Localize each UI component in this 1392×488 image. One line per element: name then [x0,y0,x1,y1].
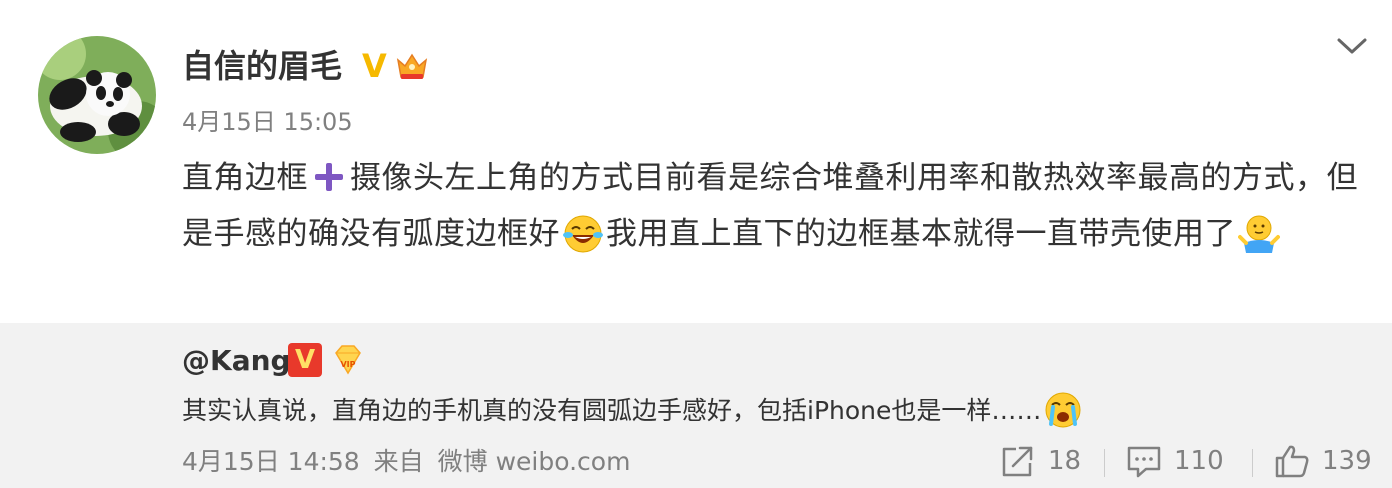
verified-v-icon[interactable]: V [288,343,322,377]
svg-text:VIP: VIP [340,360,355,369]
comment-button[interactable]: 110 [1126,441,1224,481]
action-divider [1252,449,1253,477]
repost-text: 其实认真说，直角边的手机真的没有圆弧边手感好，包括iPhone也是一样…… [182,396,1042,425]
source-link[interactable]: 微博 weibo.com [438,447,631,476]
share-button[interactable]: 18 [1000,441,1081,481]
post-timestamp[interactable]: 4月15日 15:05 [182,105,353,139]
share-icon [1002,446,1033,477]
weibo-post: 自信的眉毛 V 4月15日 15:05 直角边框 摄像头左上角的方式目前看是综合堆… [0,0,1392,323]
action-divider [1104,449,1105,477]
repost-meta: 4月15日 14:58 来自 微博 weibo.com [182,445,636,479]
laughing-tears-emoji [563,215,603,252]
thumbs-up-icon [1275,445,1309,478]
repost-badges: V VIP [288,343,364,377]
crying-emoji [1045,392,1081,428]
crown-icon[interactable] [395,50,429,82]
comment-count: 110 [1174,446,1224,476]
repost-username[interactable]: @Kang [182,341,291,381]
repost-content: 其实认真说，直角边的手机真的没有圆弧边手感好，包括iPhone也是一样…… [182,391,1085,432]
user-badges: V [362,48,429,84]
shrug-emoji [1238,215,1280,253]
repost-timestamp[interactable]: 4月15日 14:58 [182,447,360,476]
comment-icon [1127,446,1161,478]
panda-avatar-image [38,36,156,154]
repost-section: @Kang V VIP 其实认真说，直角边的手机真的没有圆弧边手感好，包括iPh… [0,323,1392,488]
like-button[interactable]: 139 [1274,441,1372,481]
avatar[interactable] [38,36,156,154]
post-content: 直角边框 摄像头左上角的方式目前看是综合堆叠利用率和散热效率最高的方式，但是手感的… [182,150,1367,262]
post-text-part3: 我用直上直下的边框基本就得一直带壳使用了 [606,216,1236,252]
post-username[interactable]: 自信的眉毛 [182,44,342,88]
share-count: 18 [1048,446,1082,476]
verified-v-icon[interactable]: V [362,48,387,84]
chevron-down-icon[interactable] [1336,36,1368,56]
source-prefix: 来自 [373,447,424,476]
plus-icon [315,162,343,191]
post-text-part1: 直角边框 [182,160,308,196]
vip-diamond-icon[interactable]: VIP [332,343,364,377]
like-count: 139 [1322,446,1372,476]
